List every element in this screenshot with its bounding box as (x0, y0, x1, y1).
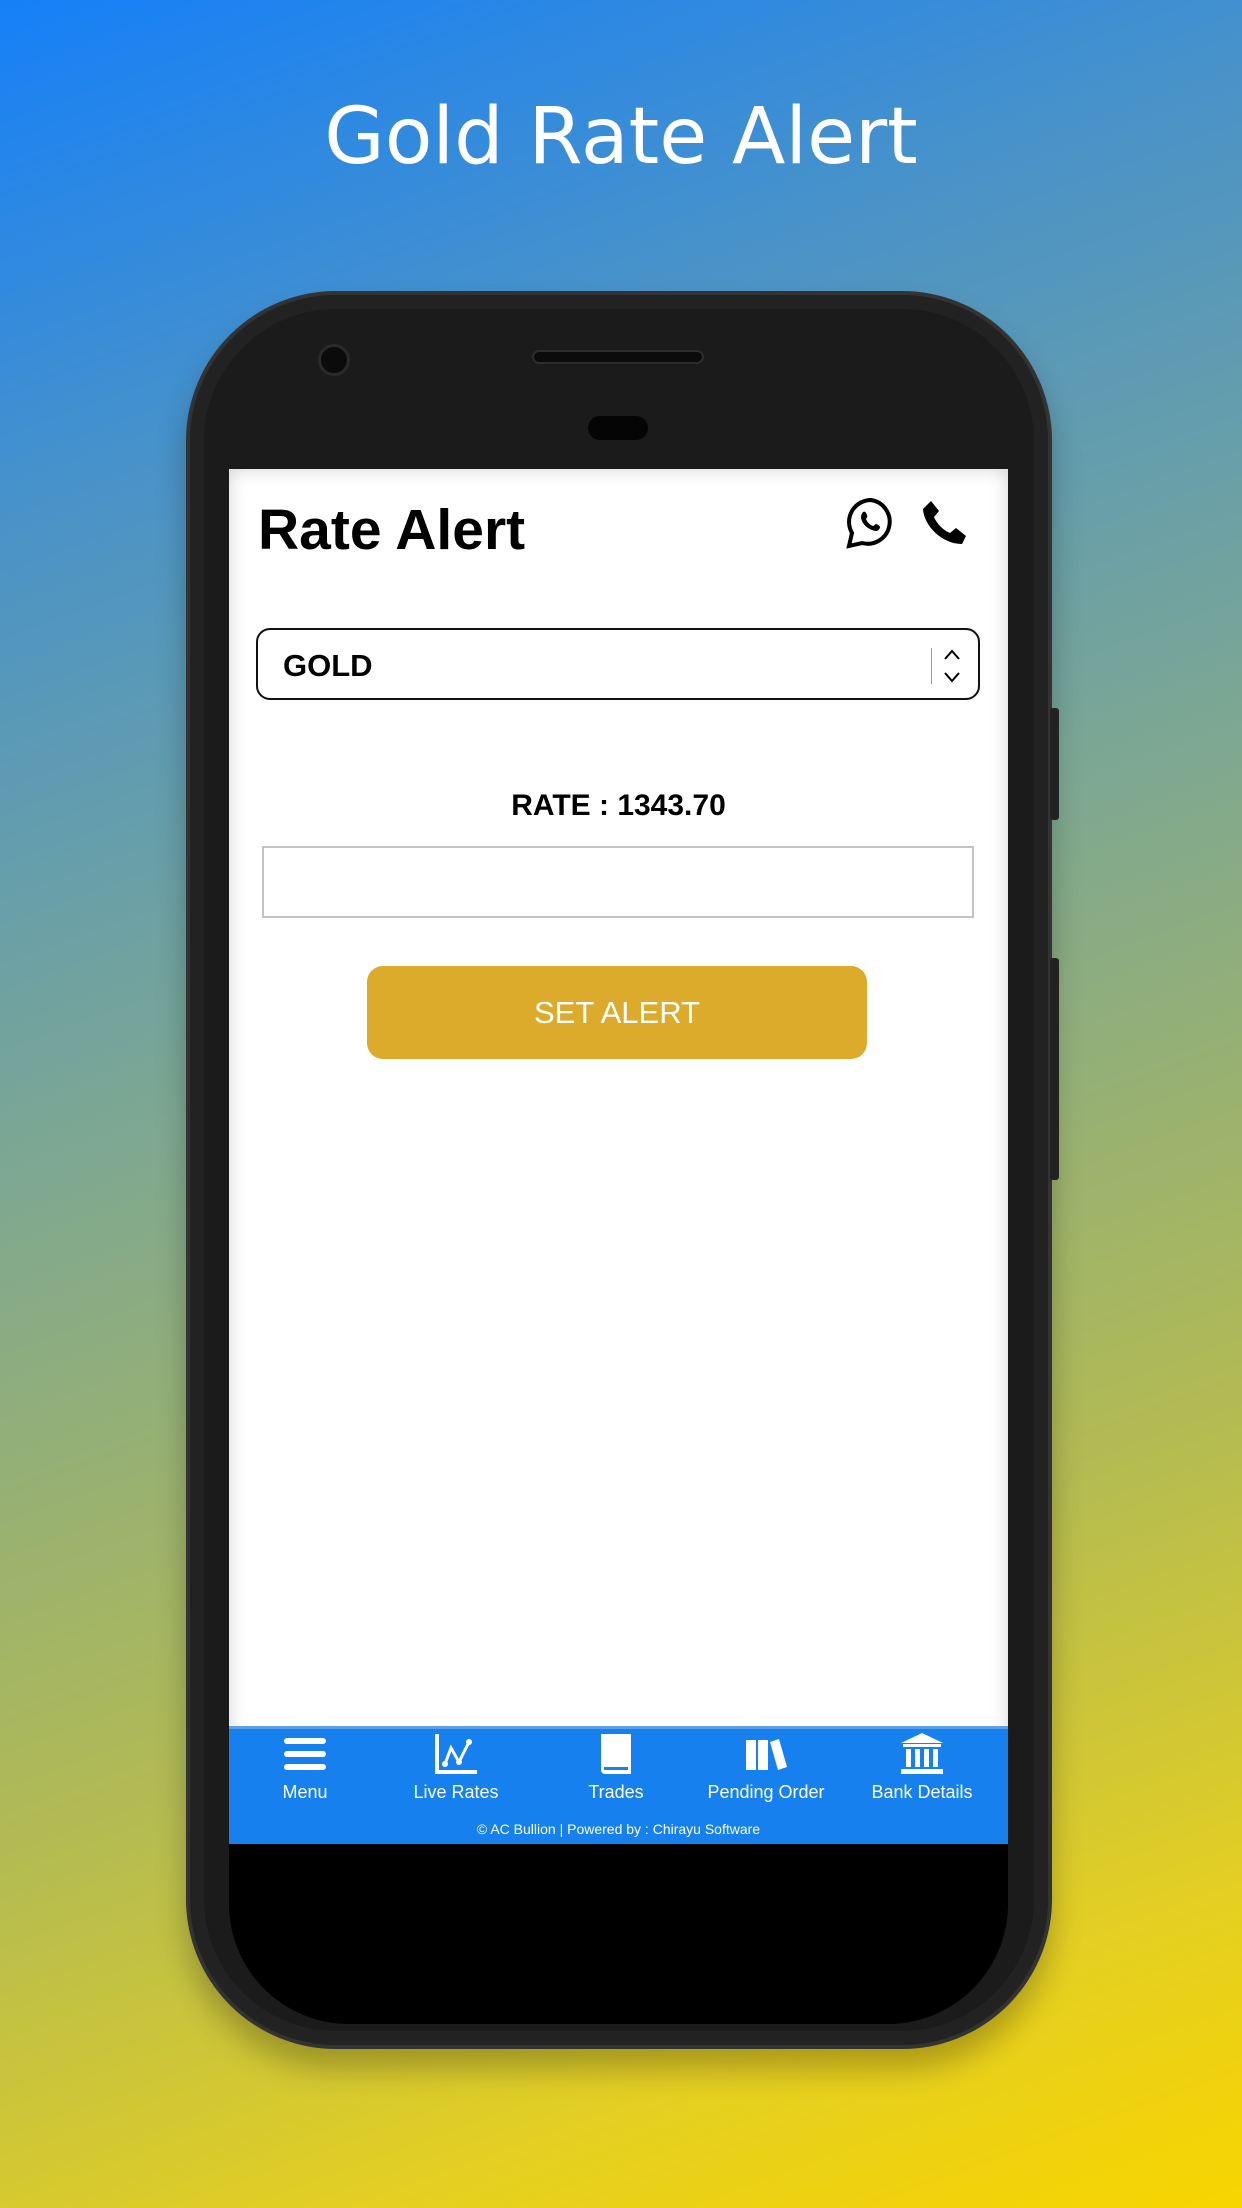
alert-rate-input[interactable] (262, 846, 974, 918)
phone-icon[interactable] (921, 499, 969, 547)
books-icon (746, 1739, 787, 1770)
bottom-nav: Menu Live Rates Trades Pending Order Ban… (229, 1726, 1008, 1844)
nav-label: Live Rates (413, 1782, 499, 1802)
chart-icon (435, 1734, 477, 1774)
whatsapp-icon[interactable] (845, 497, 897, 549)
volume-button (1050, 708, 1059, 820)
updown-chevron-icon (944, 649, 960, 683)
app-screen: Rate Alert GOLD RATE : 1343.70 SET ALERT… (229, 469, 1008, 1844)
metal-select[interactable]: GOLD (256, 628, 980, 700)
nav-pending-order[interactable]: Pending Order (691, 1729, 841, 1803)
nav-label: Trades (588, 1782, 644, 1802)
bank-icon (901, 1733, 943, 1774)
proximity-sensor (588, 416, 648, 440)
power-button (1050, 958, 1059, 1180)
nav-menu[interactable]: Menu (230, 1729, 380, 1803)
front-camera (318, 344, 350, 376)
set-alert-button[interactable]: SET ALERT (367, 966, 867, 1059)
current-rate: RATE : 1343.70 (511, 789, 726, 822)
menu-icon (284, 1738, 326, 1770)
metal-select-value: GOLD (283, 648, 373, 683)
nav-label: Menu (282, 1782, 328, 1802)
earpiece-speaker (532, 350, 704, 364)
nav-label: Bank Details (871, 1782, 973, 1802)
nav-label: Pending Order (707, 1782, 825, 1802)
phone-chin (229, 1844, 1008, 2024)
footer-credits: © AC Bullion | Powered by : Chirayu Soft… (476, 1821, 761, 1837)
page-title: Rate Alert (258, 498, 526, 562)
nav-live-rates[interactable]: Live Rates (381, 1729, 531, 1803)
nav-trades[interactable]: Trades (541, 1729, 691, 1803)
nav-bank-details[interactable]: Bank Details (847, 1729, 997, 1803)
promo-title: Gold Rate Alert (324, 92, 918, 182)
book-icon (601, 1734, 631, 1774)
select-divider (931, 648, 932, 684)
